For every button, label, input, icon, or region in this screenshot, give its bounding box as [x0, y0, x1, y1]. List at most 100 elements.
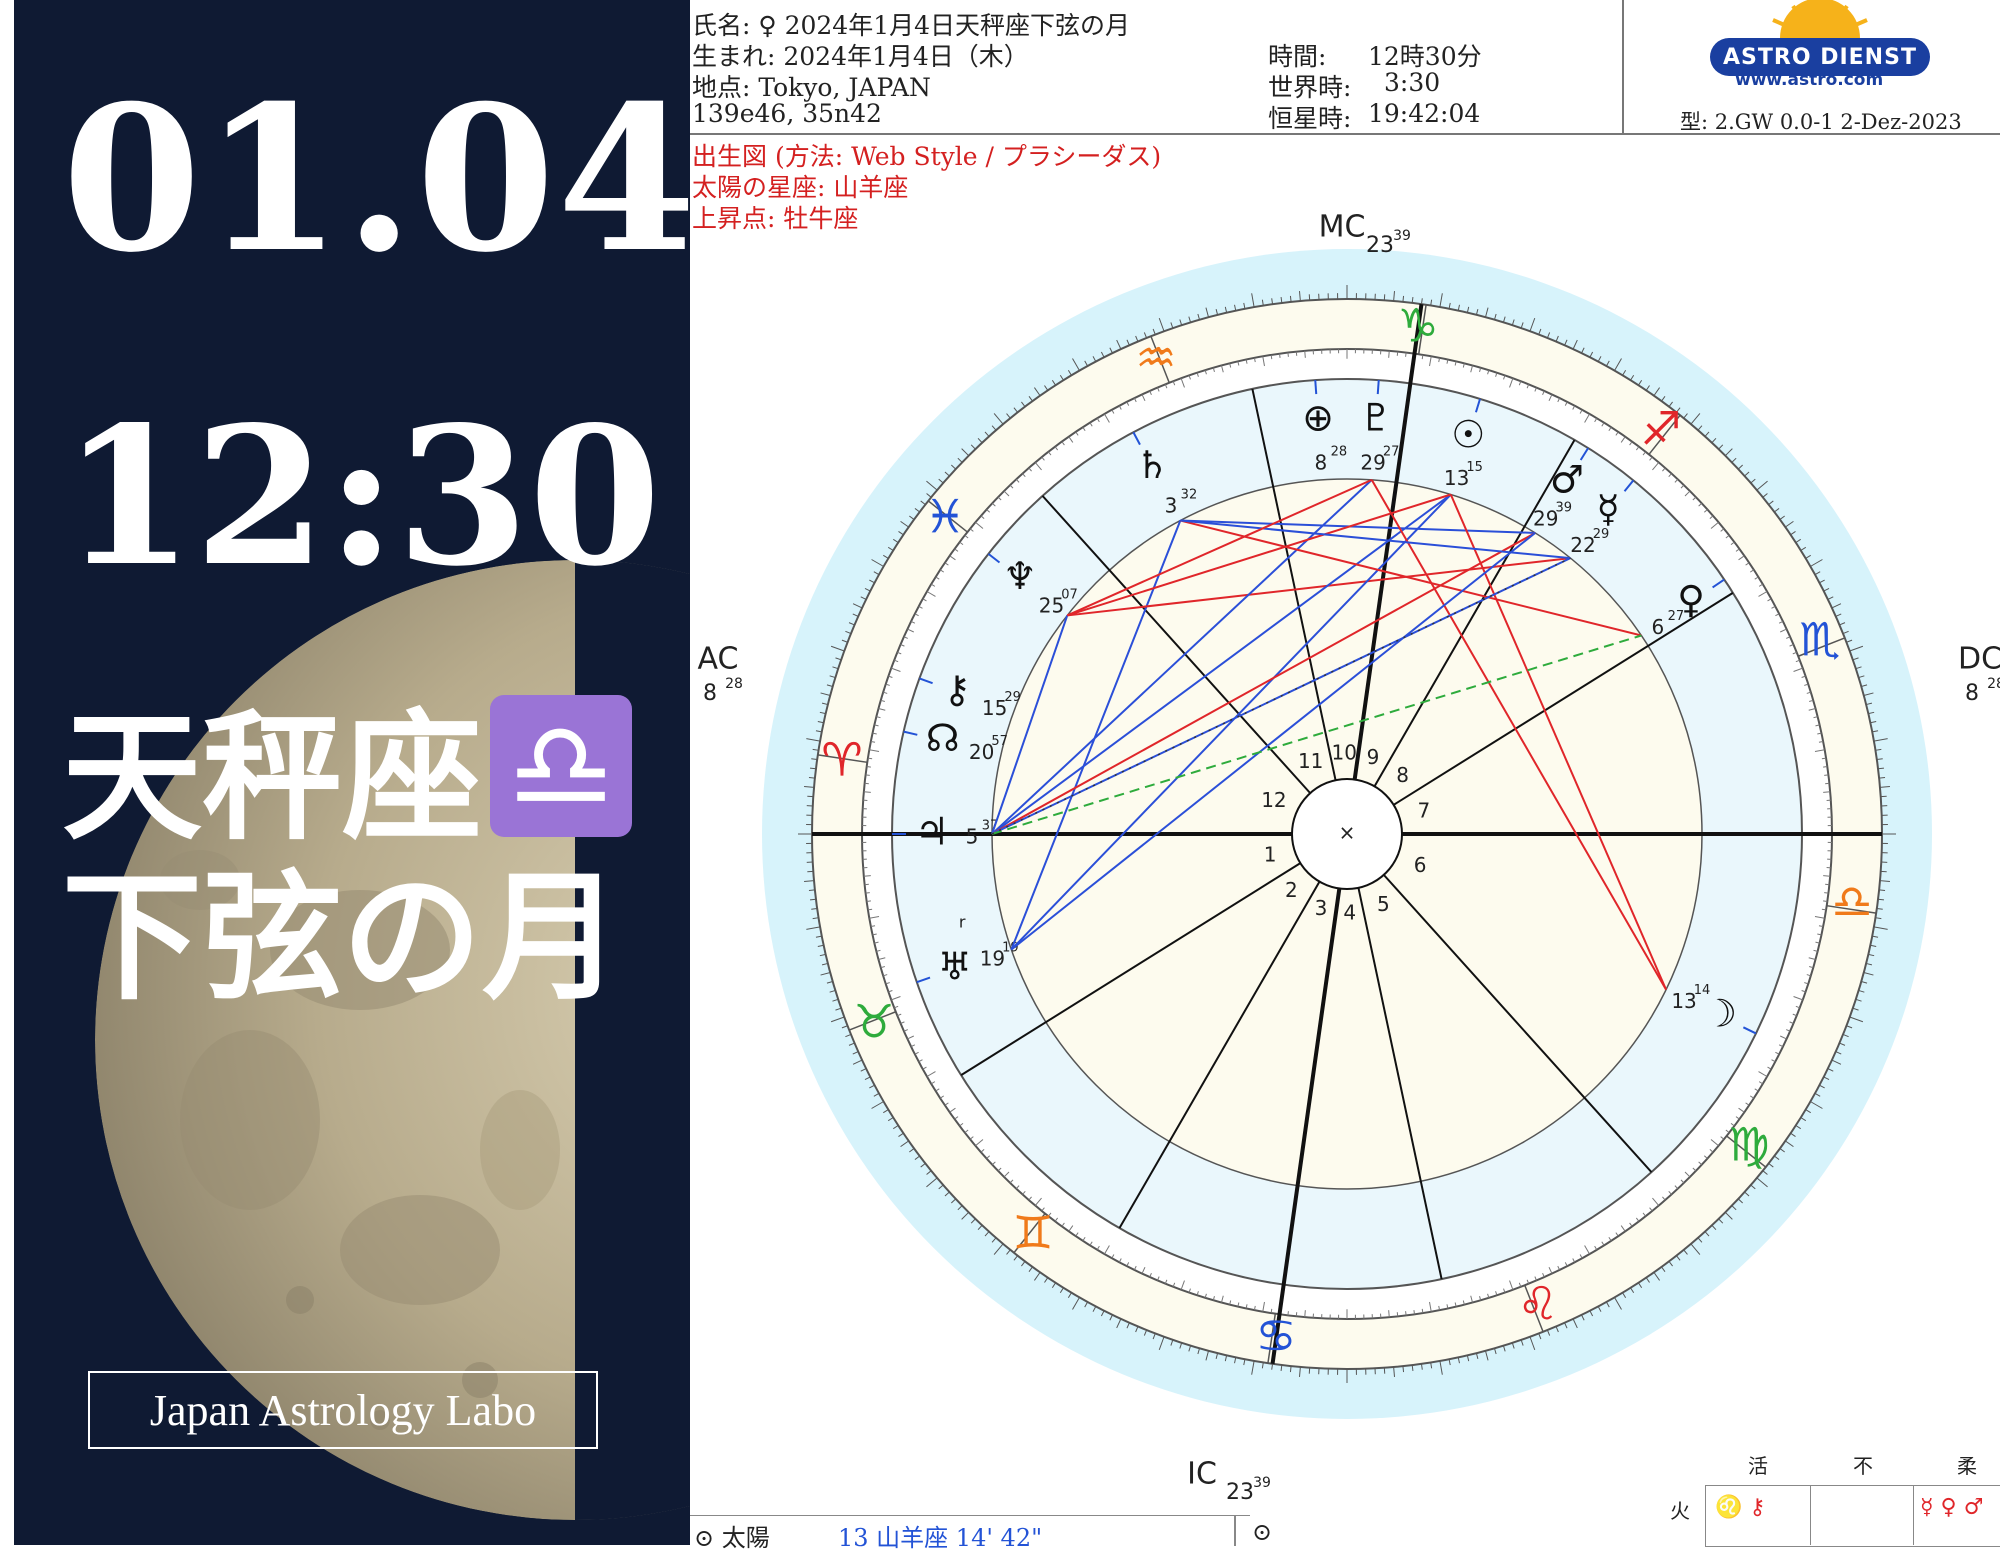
planet-icon: ♇: [1359, 396, 1393, 440]
planet-minute: 29: [1004, 690, 1021, 705]
zodiac-sign-icon: ♏: [1799, 612, 1840, 666]
planet-minute: 57: [991, 734, 1008, 749]
zodiac-sign-icon: ♉: [854, 995, 895, 1049]
house-number: 8: [1396, 763, 1409, 787]
degree-tick-inner: [1414, 1310, 1415, 1314]
degree-tick-inner: [867, 767, 871, 768]
planet-degree: 6: [1652, 615, 1665, 639]
house-number: 3: [1315, 896, 1328, 920]
zodiac-sign-icon: ♎: [1831, 874, 1872, 928]
degree-tick-inner: [866, 893, 870, 894]
degree-tick-inner: [1823, 792, 1830, 793]
planet-icon: ⊕: [1302, 396, 1334, 440]
planet-tick: [1378, 380, 1379, 394]
zodiac-sign-icon: ♈: [821, 733, 862, 787]
planet-minute: 15: [1466, 460, 1483, 475]
degree-tick-inner: [1422, 355, 1423, 359]
sun-row-value: 13 山羊座 14' 42": [838, 1518, 1042, 1553]
degree-tick-inner: [866, 775, 870, 776]
natal-chart-wheel: ♒♑♐♏♎♍♌♋♊♉♈♓123456789101112×MC2339IC2339…: [690, 140, 2000, 1515]
planet-minute: 14: [1694, 983, 1711, 998]
header-coords-line: 139e46, 35n42: [692, 99, 882, 128]
degree-tick-inner: [867, 901, 871, 902]
planet-minute: 29: [1593, 527, 1610, 542]
zodiac-sign-icon: ♍: [1728, 1117, 1769, 1171]
planet-icon: ☿: [1597, 487, 1620, 531]
left-white-edge: [0, 0, 14, 1545]
degree-tick-inner: [864, 876, 871, 877]
house-number: 1: [1264, 843, 1277, 867]
house-number: 11: [1298, 749, 1323, 773]
zodiac-sign-icon: ♊: [1012, 1205, 1053, 1259]
planet-minute: 32: [1181, 487, 1198, 502]
planet-icon: ♅: [938, 945, 972, 989]
house-number: 4: [1343, 900, 1356, 924]
table-divider: [1234, 1516, 1236, 1546]
zodiac-sign-icon: ♓: [924, 490, 965, 544]
angle-minute: 28: [1987, 676, 2000, 692]
left-poster-panel: 01.04 12:30 天秤座 ♎ 下弦の月 Japan Astrology L…: [0, 0, 690, 1545]
angle-label-mc: MC: [1319, 210, 1366, 245]
planet-icon: ♃: [915, 810, 949, 854]
planet-degree: 8: [1314, 450, 1327, 474]
header-type-line: 型: 2.GW 0.0-1 2-Dez-2023: [1680, 106, 1962, 136]
header-divider: [1622, 0, 1624, 133]
planet-icon: ♆: [1003, 554, 1037, 598]
degree-tick-inner: [864, 792, 871, 793]
planet-table-row: ⊙ 太陽 13 山羊座 14' 42": [690, 1515, 1250, 1546]
planet-minute: 07: [1061, 588, 1078, 603]
degree-tick-inner: [1823, 876, 1830, 877]
planet-icon: ♂: [1550, 458, 1584, 502]
header-ut-value: 3:30: [1384, 68, 1440, 97]
degree-tick-inner: [1822, 758, 1826, 759]
poster-date: 01.04: [62, 62, 690, 297]
astrodienst-url[interactable]: www.astro.com: [1735, 70, 1883, 90]
planet-minute: 28: [1331, 444, 1348, 459]
degree-tick: [809, 777, 815, 778]
zodiac-sign-icon: ♋: [1255, 1309, 1296, 1363]
zodiac-sign-icon: ♌: [1517, 1276, 1558, 1330]
angle-degree: 8: [1965, 681, 1979, 706]
grid-cell-cardinal: ♌ ⚷: [1715, 1495, 1766, 1520]
degree-tick-inner: [1288, 353, 1289, 357]
grid-cell-mutable: ☿ ♀ ♂: [1920, 1495, 1983, 1520]
degree-tick-inner: [1389, 351, 1390, 358]
zodiac-sign-icon: ♐: [1640, 402, 1681, 456]
degree-tick: [1879, 890, 1885, 891]
planet-icon: ☊: [926, 716, 960, 760]
planet-degree: 3: [1165, 493, 1178, 517]
planet-minute: 27: [1383, 444, 1400, 459]
degree-tick-inner: [1824, 775, 1828, 776]
house-number: 9: [1367, 745, 1380, 769]
grid-line-2: [1913, 1485, 1914, 1545]
planet-minute: 39: [1555, 500, 1572, 515]
degree-tick: [1879, 777, 1885, 778]
grid-row-fire: 火: [1670, 1495, 1690, 1524]
header-rule: [690, 133, 2000, 135]
planet-icon: ♄: [1135, 443, 1169, 487]
planet-icon: ☽: [1703, 991, 1737, 1035]
degree-tick-inner: [1389, 1310, 1390, 1317]
degree-tick-inner: [1822, 909, 1826, 910]
sun-logo-icon: [1765, 0, 1875, 40]
house-number: 6: [1414, 853, 1427, 877]
grid-line-1: [1810, 1485, 1811, 1545]
sun-row-label: ⊙ 太陽: [694, 1518, 770, 1553]
house-number: 12: [1261, 788, 1286, 812]
grid-header-fixed: 不: [1853, 1450, 1873, 1479]
angle-minute: 39: [1253, 1475, 1271, 1491]
degree-tick-inner: [1824, 893, 1828, 894]
grid-header-mutable: 柔: [1957, 1450, 1977, 1479]
house-number: 7: [1418, 798, 1431, 822]
angle-degree: 23: [1366, 233, 1394, 258]
angle-label-ic: IC: [1187, 1457, 1217, 1492]
degree-tick: [809, 890, 815, 891]
libra-icon: ♎: [490, 695, 632, 837]
center-mark: ×: [1339, 821, 1356, 845]
degree-tick: [1403, 1366, 1404, 1372]
degree-tick-inner: [1280, 354, 1281, 358]
degree-tick-inner: [868, 758, 872, 759]
astro-chart-panel: 氏名: ♀ 2024年1月4日天秤座下弦の月 生まれ: 2024年1月4日（木）…: [690, 0, 2000, 1545]
degree-tick-inner: [1823, 901, 1827, 902]
angle-minute: 39: [1393, 228, 1411, 244]
